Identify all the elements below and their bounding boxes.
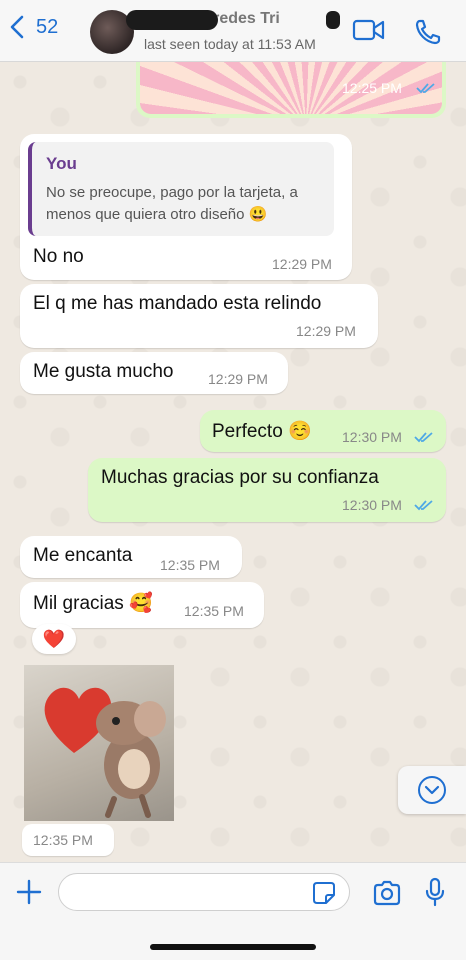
quote-author: You xyxy=(46,154,77,173)
sticker-time-badge: 12:35 PM xyxy=(22,824,114,856)
camera-icon xyxy=(373,880,401,906)
incoming-message[interactable]: Me gusta mucho 12:29 PM xyxy=(20,352,288,394)
contact-name[interactable]: hanna Paredes Tri xyxy=(124,8,342,30)
sticker-icon xyxy=(313,882,335,904)
quoted-message[interactable]: You No se preocupe, pago por la tarjeta,… xyxy=(28,142,334,236)
unread-count: 52 xyxy=(36,15,59,38)
voice-call-button[interactable] xyxy=(414,18,442,51)
heart-reaction[interactable]: ❤️ xyxy=(32,624,76,654)
phone-icon xyxy=(415,19,441,45)
message-text: No no xyxy=(33,246,84,267)
outgoing-message[interactable]: Muchas gracias por su confianza 12:30 PM xyxy=(88,458,446,522)
sticker-message[interactable] xyxy=(24,665,174,821)
incoming-message-reply[interactable]: You No se preocupe, pago por la tarjeta,… xyxy=(20,134,352,280)
message-time: 12:29 PM xyxy=(272,256,332,272)
composer-bar xyxy=(0,862,466,960)
message-text: Me encanta xyxy=(33,545,133,566)
message-text: Me gusta mucho xyxy=(33,361,174,382)
chat-area[interactable]: 12:25 PM You No se preocupe, pago por la… xyxy=(0,62,466,862)
home-indicator xyxy=(150,944,316,950)
chevron-down-icon xyxy=(418,776,446,804)
sticker-image xyxy=(44,687,166,818)
message-time: 12:29 PM xyxy=(296,323,356,339)
incoming-message[interactable]: Mil gracias 🥰 12:35 PM xyxy=(20,582,264,628)
double-check-icon xyxy=(414,432,433,443)
message-text: Mil gracias 🥰 xyxy=(33,593,153,614)
video-call-button[interactable] xyxy=(352,18,386,47)
quote-text: No se preocupe, pago por la tarjeta, a m… xyxy=(46,184,298,223)
video-call-icon xyxy=(352,19,385,41)
attach-button[interactable] xyxy=(16,879,42,910)
name-redaction xyxy=(126,10,218,30)
double-check-icon xyxy=(414,500,433,511)
double-check-icon xyxy=(416,83,435,94)
message-input[interactable] xyxy=(58,873,350,911)
message-time: 12:30 PM xyxy=(342,429,402,445)
message-text: Muchas gracias por su confianza xyxy=(101,467,379,488)
voice-message-button[interactable] xyxy=(424,877,446,912)
message-time: 12:29 PM xyxy=(208,371,268,387)
message-time: 12:35 PM xyxy=(160,557,220,573)
incoming-message[interactable]: El q me has mandado esta relindo 12:29 P… xyxy=(20,284,378,348)
message-time: 12:35 PM xyxy=(184,603,244,619)
chevron-left-icon xyxy=(10,15,24,39)
last-seen-status: last seen today at 11:53 AM xyxy=(144,36,316,52)
message-text: Perfecto ☺️ xyxy=(212,421,312,442)
chat-header: 52 hanna Paredes Tri last seen today at … xyxy=(0,0,466,62)
sticker-button[interactable] xyxy=(312,881,336,910)
plus-icon xyxy=(16,879,42,905)
incoming-message[interactable]: Me encanta 12:35 PM xyxy=(20,536,242,578)
message-time: 12:30 PM xyxy=(342,497,402,513)
name-redaction-end xyxy=(326,11,340,29)
message-time: 12:25 PM xyxy=(342,80,402,96)
image-message[interactable]: 12:25 PM xyxy=(136,62,446,118)
microphone-icon xyxy=(425,877,445,907)
outgoing-message[interactable]: Perfecto ☺️ 12:30 PM xyxy=(200,410,446,452)
scroll-to-bottom-button[interactable] xyxy=(398,766,466,814)
message-time: 12:35 PM xyxy=(33,832,93,848)
message-text: El q me has mandado esta relindo xyxy=(33,293,322,314)
camera-button[interactable] xyxy=(372,880,402,911)
back-button[interactable]: 52 xyxy=(8,14,58,40)
